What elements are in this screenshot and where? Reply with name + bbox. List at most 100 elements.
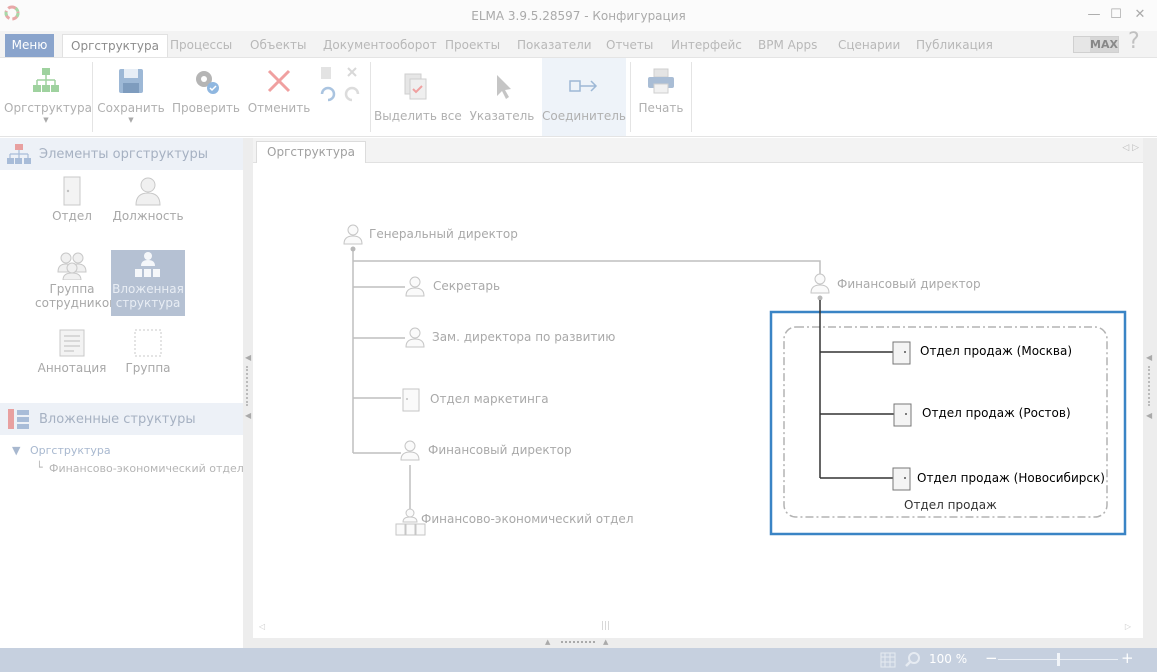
nested-panel-header[interactable]: Вложенные структуры <box>0 403 243 435</box>
sales-rostov-door-icon[interactable] <box>893 403 912 427</box>
node-secretary[interactable]: Секретарь <box>433 279 500 293</box>
org-diagram[interactable]: Генеральный директор Секретарь Зам. дире… <box>253 163 1143 638</box>
node-deputy-director[interactable]: Зам. директора по развитию <box>432 330 615 344</box>
deputy-person-icon[interactable] <box>405 327 425 348</box>
save-icon <box>119 69 143 93</box>
node-finance-director-left[interactable]: Финансовый директор <box>428 443 572 457</box>
secretary-person-icon[interactable] <box>405 276 425 297</box>
node-sales-novosibirsk[interactable]: Отдел продаж (Новосибирск) <box>917 471 1105 485</box>
tab-document-flow[interactable]: Документооборот <box>315 34 445 57</box>
scroll-right-icon[interactable]: ▷ <box>1125 622 1131 631</box>
print-label: Печать <box>638 101 684 115</box>
max-edition-toggle[interactable]: MAX <box>1073 36 1119 53</box>
door-icon <box>63 176 81 206</box>
ribbon-divider <box>370 62 371 132</box>
tab-scroll-arrows-icon[interactable]: ◁ ▷ <box>1122 143 1139 153</box>
node-sales-rostov[interactable]: Отдел продаж (Ростов) <box>922 406 1071 420</box>
node-finance-director-right[interactable]: Финансовый директор <box>837 277 981 291</box>
sales-novosibirsk-door-icon[interactable] <box>892 467 911 491</box>
collapse-right-icon-lower[interactable]: ◀ <box>1146 411 1152 420</box>
diagram-canvas[interactable]: Генеральный директор Секретарь Зам. дире… <box>253 163 1143 638</box>
zoom-slider-thumb[interactable] <box>1057 653 1060 666</box>
tab-orgstructure[interactable]: Оргструктура <box>62 34 168 57</box>
right-splitter-grip[interactable] <box>1148 366 1150 406</box>
minimize-button[interactable]: — <box>1084 6 1104 24</box>
zoom-out-button[interactable]: − <box>985 649 998 667</box>
tab-interface[interactable]: Интерфейс <box>663 34 750 57</box>
tree-item-root[interactable]: Оргструктура <box>30 444 111 457</box>
tree-expand-icon[interactable]: ▼ <box>12 444 20 457</box>
select-all-button[interactable]: Выделить все <box>374 58 462 136</box>
finance-director-right-person-icon[interactable] <box>810 273 830 294</box>
tool-nested-structure[interactable]: Вложенная структура <box>111 250 185 316</box>
splitter-grip[interactable] <box>246 366 248 406</box>
print-button[interactable]: Печать <box>634 58 688 136</box>
check-button[interactable]: Проверить <box>170 58 242 136</box>
save-button[interactable]: Сохранить ▼ <box>96 58 166 136</box>
expand-bottom-icon-right[interactable]: ▲ <box>603 638 608 646</box>
marketing-door-icon[interactable] <box>402 388 420 412</box>
node-fin-econ-dept[interactable]: Финансово-экономический отдел <box>421 512 633 526</box>
horizontal-scrollbar[interactable]: ◁ ||| ▷ <box>253 620 1143 638</box>
help-icon[interactable]: ? <box>1128 29 1140 54</box>
scroll-thumb-grip[interactable]: ||| <box>601 621 610 631</box>
printer-icon <box>648 68 674 94</box>
tab-reports[interactable]: Отчеты <box>598 34 661 57</box>
panel-splitter[interactable]: ◀ ◀ <box>243 138 253 648</box>
sales-moscow-door-icon[interactable] <box>892 341 911 365</box>
collapse-left-icon-lower[interactable]: ◀ <box>245 411 251 420</box>
node-general-director[interactable]: Генеральный директор <box>369 227 518 241</box>
bottom-grip[interactable] <box>561 641 595 643</box>
elements-panel-header[interactable]: Элементы оргструктуры <box>0 138 243 170</box>
tool-group[interactable]: Группа <box>111 328 185 375</box>
tree-item-child[interactable]: Финансово-экономический отдел <box>49 462 244 475</box>
finance-director-left-person-icon[interactable] <box>400 440 420 461</box>
tool-group-staff-label: Группа сотрудников <box>35 282 117 310</box>
tab-scenarios[interactable]: Сценарии <box>830 34 908 57</box>
select-all-label: Выделить все <box>374 109 462 123</box>
nested-panel-title: Вложенные структуры <box>39 412 196 427</box>
cancel-label: Отменить <box>247 101 311 115</box>
bottom-splitter[interactable]: ▲ ▲ <box>253 638 1143 648</box>
tool-group-staff[interactable]: Группа сотрудников <box>35 250 117 316</box>
node-sales-moscow[interactable]: Отдел продаж (Москва) <box>920 344 1072 358</box>
menu-button[interactable]: Меню <box>5 34 54 57</box>
cancel-button[interactable]: Отменить <box>246 58 312 136</box>
ribbon: Оргструктура ▼ Сохранить ▼ Проверить Отм… <box>0 57 1157 137</box>
left-panel: Элементы оргструктуры Отдел Должность Гр… <box>0 138 244 638</box>
org-chart-icon <box>33 68 59 92</box>
nested-structure-icon <box>135 252 160 277</box>
tab-processes[interactable]: Процессы <box>162 34 240 57</box>
max-badge-label: MAX <box>1090 37 1118 52</box>
zoom-level: 100 % <box>929 652 968 666</box>
tool-annotation[interactable]: Аннотация <box>35 328 109 375</box>
sales-group-label[interactable]: Отдел продаж <box>904 498 997 512</box>
tab-publication[interactable]: Публикация <box>908 34 1001 57</box>
connector-button[interactable]: Соединитель <box>542 58 626 136</box>
node-marketing-dept[interactable]: Отдел маркетинга <box>430 392 549 406</box>
collapse-left-icon[interactable]: ◀ <box>245 353 251 362</box>
zoom-magnifier-icon[interactable] <box>904 651 922 669</box>
pointer-button[interactable]: Указатель <box>466 58 538 136</box>
expand-bottom-icon[interactable]: ▲ <box>545 638 550 646</box>
tab-bpm-apps[interactable]: BPM Apps <box>750 34 825 57</box>
orgstructure-label: Оргструктура <box>4 101 92 115</box>
tab-objects[interactable]: Объекты <box>242 34 314 57</box>
tab-orgstructure-document[interactable]: Оргструктура <box>256 141 366 163</box>
maximize-button[interactable]: ☐ <box>1106 6 1126 24</box>
scroll-left-icon[interactable]: ◁ <box>259 622 265 631</box>
tool-position[interactable]: Должность <box>111 176 185 223</box>
tree-connector: └ <box>36 461 43 474</box>
close-button[interactable]: ✕ <box>1130 6 1150 24</box>
orgstructure-button[interactable]: Оргструктура ▼ <box>4 58 92 136</box>
save-label: Сохранить <box>97 101 165 115</box>
grid-icon[interactable] <box>880 652 896 668</box>
zoom-in-button[interactable]: + <box>1121 649 1134 667</box>
tab-projects[interactable]: Проекты <box>437 34 508 57</box>
window-title: ELMA 3.9.5.28597 - Конфигурация <box>471 9 686 23</box>
tool-department[interactable]: Отдел <box>35 176 109 223</box>
general-director-person-icon[interactable] <box>343 224 363 245</box>
tab-indicators[interactable]: Показатели <box>509 34 600 57</box>
ribbon-tab-bar: Меню Оргструктура Процессы Объекты Докум… <box>0 31 1157 57</box>
collapse-right-icon[interactable]: ◀ <box>1146 353 1152 362</box>
